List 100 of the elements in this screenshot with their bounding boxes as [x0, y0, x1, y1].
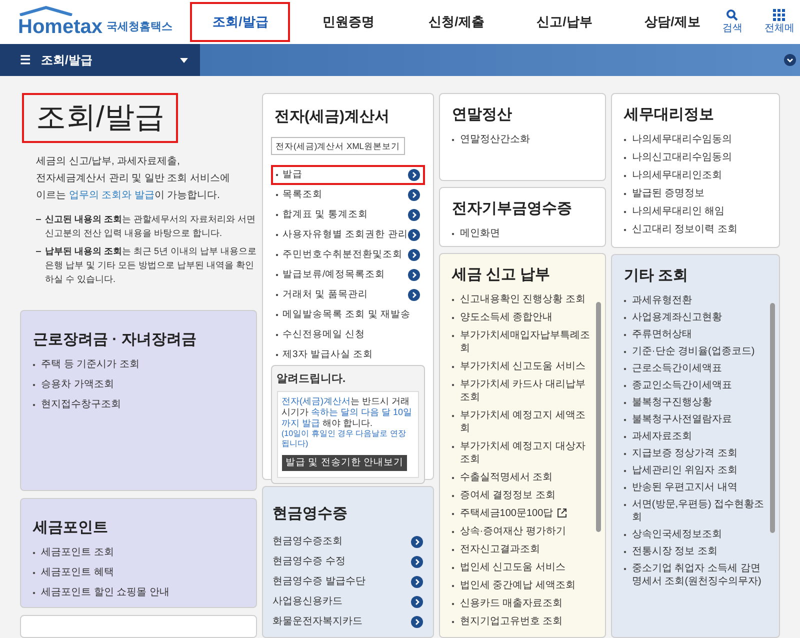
menu-link[interactable]: 승용차 가액조회: [41, 378, 114, 391]
cash-receipt-menu-item[interactable]: 사업용신용카드: [272, 596, 423, 608]
menu-link[interactable]: 종교인소득간이세액표: [632, 378, 732, 392]
search-button[interactable]: 검색: [722, 8, 742, 36]
menu-link[interactable]: 주류면허상태: [632, 328, 692, 341]
menu-link[interactable]: 나의세무대리인조회: [632, 168, 722, 182]
menu-link[interactable]: 나의신고대리수임동의: [632, 150, 732, 164]
card-title: 기타 조회: [624, 267, 690, 286]
menu-link[interactable]: 법인세 신고도움 서비스: [460, 560, 566, 574]
menu-link[interactable]: 전통시장 정보 조회: [632, 544, 718, 558]
card-title: 전자(세금)계산서: [274, 107, 391, 127]
xml-view-button[interactable]: 전자(세금)계산서 XML원본보기: [270, 136, 406, 156]
menu-link[interactable]: 현지접수창구조회: [41, 398, 121, 411]
menu-link[interactable]: 상속·증여재산 평가하기: [460, 524, 566, 538]
menu-link[interactable]: 연말정산간소화: [460, 132, 530, 146]
card-title: 세금포인트: [33, 519, 109, 538]
menu-link[interactable]: 납세관리인 위임자 조회: [632, 464, 738, 477]
invoice-menu-item[interactable]: 수신전용메일 신청: [270, 325, 425, 346]
chevron-circle-icon: [408, 209, 420, 222]
notice-title: 알려드립니다.: [276, 372, 347, 388]
menu-link[interactable]: 기준·단순 경비율(업종코드): [632, 344, 755, 358]
menu-link[interactable]: 나의세무대리수임동의: [632, 132, 732, 146]
menu-link[interactable]: 과세자료조회: [632, 430, 692, 443]
deadline-guide-button[interactable]: 발급 및 전송기한 안내보기: [282, 454, 408, 471]
menu-link[interactable]: 메인화면: [460, 226, 500, 240]
menu-link[interactable]: 불복청구진행상황: [632, 396, 712, 409]
menu-link[interactable]: 상속인국세정보조회: [632, 528, 722, 541]
menu-link[interactable]: 부가가치세 카드사 대리납부 조회: [460, 378, 593, 404]
nav-tab[interactable]: 신청/제출: [406, 2, 506, 42]
menu-link[interactable]: 신용카드 매출자료조회: [460, 596, 563, 610]
menu-link[interactable]: 중소기업 취업자 소득세 감면 명세서 조회(원천징수의무자): [632, 562, 767, 588]
nav-tab[interactable]: 조회/발급: [190, 2, 290, 42]
menu-link[interactable]: 신고대리 정보이력 조회: [632, 222, 738, 236]
invoice-menu-item[interactable]: 제3자 발급사실 조회: [270, 345, 425, 366]
chevron-circle-icon: [410, 596, 423, 608]
chevron-circle-icon: [410, 536, 423, 548]
menu-link[interactable]: 주택 등 기준시가 조회: [41, 358, 140, 371]
invoice-menu-item[interactable]: 메일발송목록 조회 및 재발송: [270, 305, 425, 326]
breadcrumb-dropdown[interactable]: ☰ 조회/발급: [0, 44, 200, 76]
cash-receipt-menu-item[interactable]: 화물운전자복지카드: [272, 616, 423, 628]
menu-link[interactable]: 사업용계좌신고현황: [632, 310, 722, 324]
invoice-menu-item[interactable]: 사용자유형별 조회권한 관리: [270, 225, 425, 246]
scrollbar[interactable]: [596, 302, 601, 532]
invoice-menu-item[interactable]: 목록조회: [270, 185, 425, 206]
menu-link[interactable]: 부가가치세 예정고지 세액조회: [460, 408, 593, 435]
invoice-menu-item[interactable]: 발급: [270, 165, 425, 186]
menu-link[interactable]: 세금포인트 할인 쇼핑몰 안내: [41, 586, 170, 599]
menu-link[interactable]: 부가가치세 예정고지 대상자 조회: [460, 440, 593, 466]
invoice-menu-item[interactable]: 합계표 및 통계조회: [270, 205, 425, 226]
menu-link[interactable]: 발급된 증명정보: [632, 186, 705, 200]
invoice-menu-item[interactable]: 발급보류/예정목록조회: [270, 265, 425, 286]
menu-link[interactable]: 수출실적명세서 조회: [460, 470, 553, 484]
card-title: 전자기부금영수증: [452, 200, 573, 219]
chevron-circle-icon: [410, 556, 423, 568]
menu-link[interactable]: 전자신고결과조회: [460, 542, 540, 556]
menu-link[interactable]: 부가가치세매입자납부특례조회: [460, 328, 593, 355]
scrollbar[interactable]: [770, 303, 775, 533]
invoice-menu-item[interactable]: 주민번호수취분전환및조회: [270, 245, 425, 266]
dash-mark: [36, 219, 41, 220]
caret-icon: [180, 58, 188, 62]
page-title: 조회/발급: [22, 93, 178, 143]
menu-link[interactable]: 서면(방문,우편등) 접수현황조회: [632, 498, 767, 524]
menu-link[interactable]: 세금포인트 혜택: [41, 566, 114, 579]
menu-icon: ☰: [20, 51, 31, 69]
menu-link[interactable]: 불복청구사전열람자료: [632, 412, 732, 426]
nav-tab[interactable]: 상담/제보: [622, 2, 722, 42]
logo[interactable]: Hometax: [18, 16, 102, 38]
menu-link[interactable]: 주택세금100문100답: [460, 506, 554, 520]
menu-link[interactable]: 세금포인트 조회: [41, 546, 114, 559]
note-text: 납부된 내용의 조회는 최근 5년 이내의 납부 내용으로 은행 납부 및 기타 모든 방법으로 납부된 내역을 확인하실 수 있습니다.: [45, 245, 257, 286]
chevron-circle-icon: [410, 616, 423, 628]
menu-link[interactable]: 증여세 결정정보 조회: [460, 488, 556, 502]
service-link[interactable]: 업무의 조회와 발급: [68, 190, 154, 201]
card-title: 세무대리정보: [624, 106, 715, 125]
grid-icon: [773, 8, 786, 20]
menu-link[interactable]: 지급보증 정상가격 조회: [632, 446, 738, 460]
menu-link[interactable]: 신고내용확인 진행상황 조회: [460, 292, 586, 306]
menu-link[interactable]: 나의세무대리인 해임: [632, 204, 725, 218]
cash-receipt-menu-item[interactable]: 현금영수증 수정: [272, 556, 423, 568]
menu-link[interactable]: 양도소득세 종합안내: [460, 310, 553, 324]
menu-link[interactable]: 현지기업고유번호 조회: [460, 614, 563, 628]
chevron-circle-icon: [408, 269, 420, 282]
menu-link[interactable]: 부가가치세 신고도움 서비스: [460, 360, 586, 373]
menu-link[interactable]: 법인세 중간예납 세액조회: [460, 578, 576, 592]
all-menu-button[interactable]: 전체메: [764, 8, 794, 36]
cash-receipt-menu-item[interactable]: 현금영수증 발급수단: [272, 576, 423, 588]
menu-link[interactable]: 과세유형전환: [632, 294, 692, 307]
cash-receipt-menu-item[interactable]: 현금영수증조회: [272, 536, 423, 548]
expand-circle-icon[interactable]: [784, 54, 796, 66]
nav-tab[interactable]: 민원증명: [298, 2, 398, 42]
chevron-circle-icon: [408, 289, 420, 302]
note-text: 신고된 내용의 조회는 관할세무서의 자료처리와 서면신고분의 전산 입력 내용을 바탕으로 합니다.: [45, 213, 257, 240]
notice-sub-note: (10일이 휴일인 경우 다음날로 연장됩니다): [282, 428, 407, 449]
nav-tab[interactable]: 신고/납부: [514, 2, 614, 42]
notice-message: 전자(세금)계산서는 반드시 거래시기가 속하는 달의 다음 달 10일까지 발급 해야 합니다.: [282, 396, 414, 429]
intro-paragraph: 세금의 신고/납부, 과세자료제출, 전자세금계산서 관리 및 일반 조회 서비스에 이르는 업무의 조회와 발급이 가능합니다.: [35, 155, 231, 203]
menu-link[interactable]: 근로소득간이세액표: [632, 362, 722, 375]
card-title: 근로장려금 · 자녀장려금: [33, 331, 198, 350]
invoice-menu-item[interactable]: 거래처 및 품목관리: [270, 285, 425, 306]
menu-link[interactable]: 반송된 우편고지서 내역: [632, 480, 738, 494]
